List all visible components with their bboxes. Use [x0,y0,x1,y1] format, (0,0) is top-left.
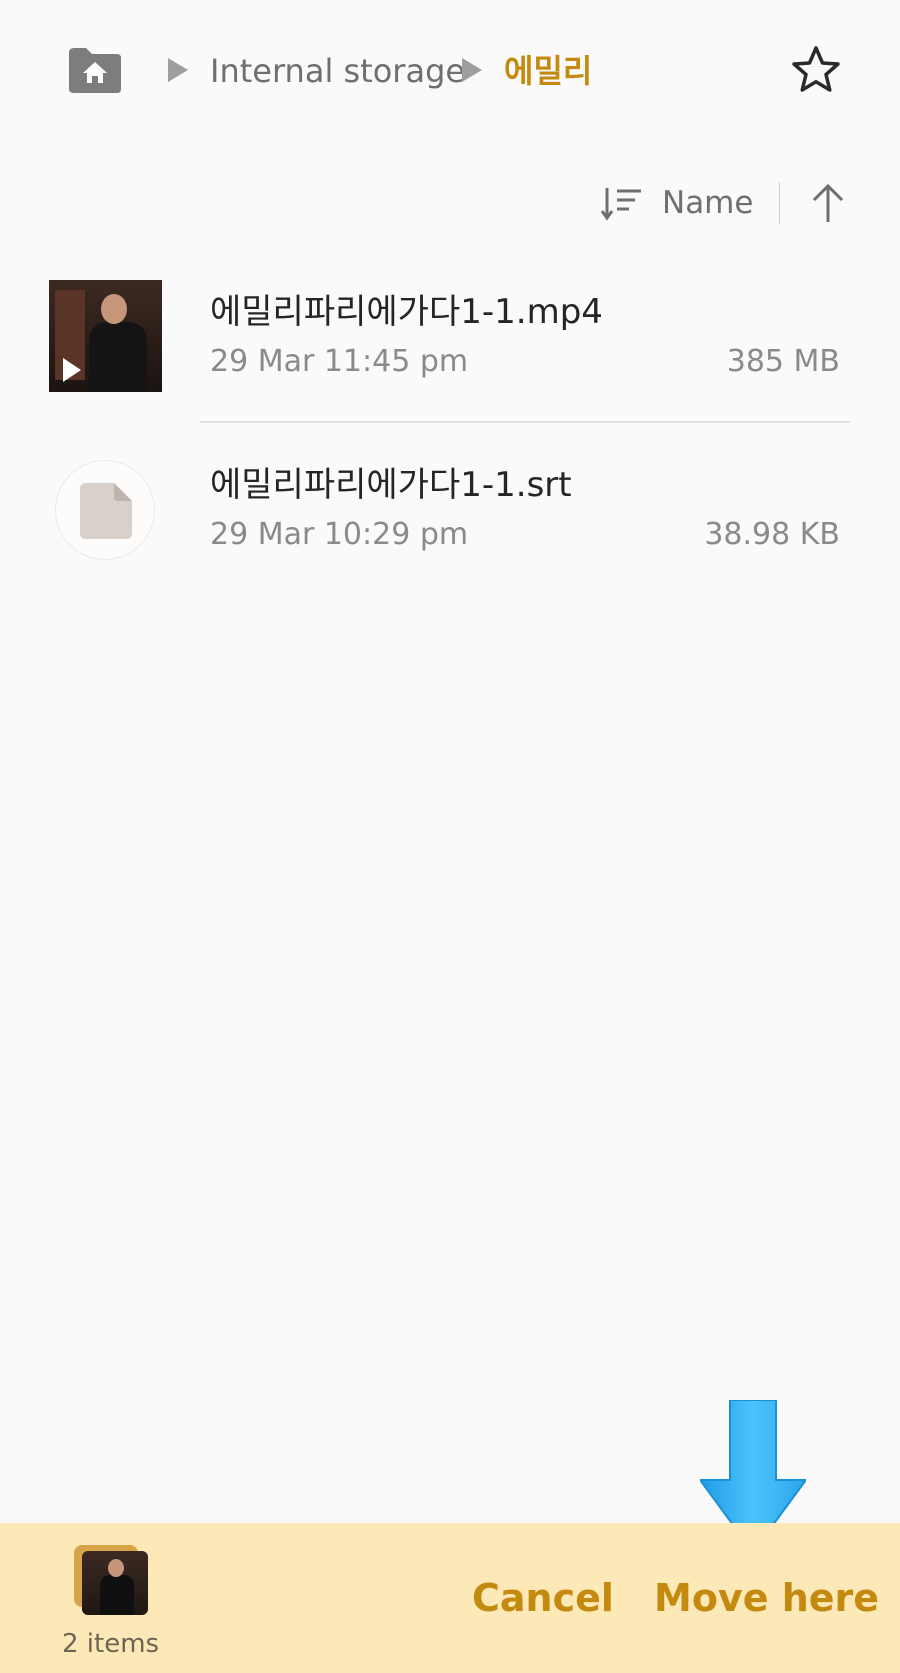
file-list-item[interactable]: 에밀리파리에가다1-1.srt 29 Mar 10:29 pm 38.98 KB [0,425,900,595]
stack-front-card [82,1551,148,1615]
file-size: 38.98 KB [704,517,840,552]
sort-bar: Name [0,168,900,238]
thumbnail-face [108,1559,124,1577]
play-icon [63,358,81,382]
breadcrumb-current[interactable]: 에밀리 [504,50,592,92]
list-divider [200,421,850,423]
triangle-right-icon [462,58,482,82]
sort-divider [779,182,780,224]
document-thumbnail [55,460,155,560]
items-count: 2 items [62,1629,160,1659]
arrow-up-icon[interactable] [810,182,846,224]
bottom-action-bar: 2 items Cancel Move here [0,1523,900,1673]
triangle-right-icon [168,58,188,82]
file-size: 385 MB [726,344,840,379]
selected-items-thumbnail[interactable] [74,1545,148,1615]
file-date: 29 Mar 10:29 pm [210,517,469,552]
star-outline-icon[interactable] [790,44,842,96]
thumbnail-face [101,294,127,324]
file-date: 29 Mar 11:45 pm [210,344,469,379]
thumbnail-figure [89,322,147,392]
file-name: 에밀리파리에가다1-1.mp4 [210,292,603,332]
sort-lines-icon[interactable] [600,183,643,223]
file-name: 에밀리파리에가다1-1.srt [210,465,572,505]
thumbnail-figure [100,1575,134,1615]
file-list-item[interactable]: 에밀리파리에가다1-1.mp4 29 Mar 11:45 pm 385 MB [0,250,900,420]
cancel-button[interactable]: Cancel [472,1573,614,1623]
breadcrumb-header: Internal storage 에밀리 [0,0,900,140]
sort-label[interactable]: Name [662,182,753,224]
document-icon [80,483,132,539]
breadcrumb-root[interactable]: Internal storage [210,50,465,92]
video-thumbnail [49,280,162,392]
home-folder-icon[interactable] [66,45,124,95]
move-here-button[interactable]: Move here [654,1573,879,1623]
